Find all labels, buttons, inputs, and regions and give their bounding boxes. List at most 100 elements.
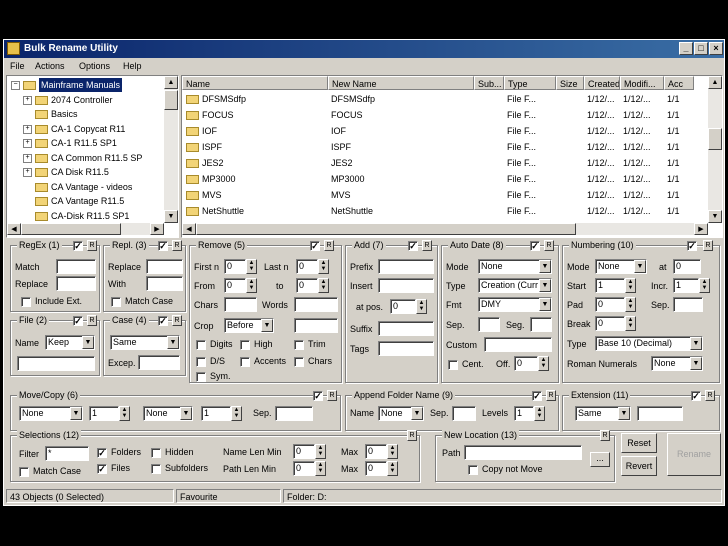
remove-enable-checkbox[interactable]: ✓	[310, 241, 320, 251]
numbering-type-select[interactable]: Base 10 (Decimal) ▼	[595, 336, 703, 351]
table-row[interactable]: MP3000 MP3000 File F... 1/12/... 1/12/... 1/1	[182, 172, 708, 187]
expand-icon[interactable]: +	[23, 153, 32, 163]
movecopy-sep-input[interactable]	[275, 406, 313, 421]
expand-icon[interactable]: +	[23, 124, 32, 134]
words-input[interactable]	[294, 297, 338, 312]
last-n-spinner[interactable]: ▲ ▼	[318, 259, 329, 274]
regex-enable-checkbox[interactable]: ✓	[73, 241, 83, 251]
menu-actions[interactable]: Actions	[35, 61, 65, 71]
from-spinner[interactable]: ▲ ▼	[246, 278, 257, 293]
at-pos-input[interactable]: 0	[390, 299, 416, 314]
selections-match-case-checkbox[interactable]	[19, 467, 29, 477]
column-header[interactable]: Acc	[664, 76, 694, 90]
numbering-mode-select[interactable]: None ▼	[595, 259, 647, 274]
newlocation-reset-button[interactable]: R	[600, 430, 610, 441]
movecopy-select-1[interactable]: None ▼	[19, 406, 83, 421]
regex-replace-input[interactable]	[56, 276, 96, 291]
tree-item[interactable]: Basics	[51, 107, 78, 121]
file-reset-button[interactable]: R	[87, 315, 97, 326]
numbering-at-input[interactable]: 0	[673, 259, 701, 274]
movecopy-spinner-2[interactable]: ▲ ▼	[231, 406, 242, 421]
tree-vscrollbar[interactable]: ▲ ▼	[164, 76, 178, 223]
filter-input[interactable]: *	[45, 446, 89, 461]
list-vscrollbar[interactable]: ▲ ▼	[708, 76, 722, 223]
menu-file[interactable]: File	[10, 61, 25, 71]
table-row[interactable]: NetShuttle NetShuttle File F... 1/12/... 1/1…	[182, 204, 708, 219]
from-input[interactable]: 0	[224, 278, 246, 293]
crop-select[interactable]: Before ▼	[224, 318, 274, 333]
name-len-min-input[interactable]: 0	[293, 444, 315, 459]
break-spinner[interactable]: ▲ ▼	[625, 316, 636, 331]
movecopy-num-2[interactable]: 1	[201, 406, 231, 421]
case-reset-button[interactable]: R	[172, 315, 182, 326]
max-spinner-1[interactable]: ▲ ▼	[387, 444, 398, 459]
case-enable-checkbox[interactable]: ✓	[158, 316, 168, 326]
hidden-checkbox[interactable]	[151, 448, 161, 458]
scroll-down-icon[interactable]: ▼	[708, 210, 722, 223]
file-name-select[interactable]: Keep ▼	[45, 335, 95, 350]
first-n-spinner[interactable]: ▲ ▼	[246, 259, 257, 274]
tree-item[interactable]: Mainframe Manuals	[39, 78, 123, 92]
tree-item[interactable]: CA Disk R11.5	[51, 165, 109, 179]
to-input[interactable]: 0	[296, 278, 318, 293]
column-header[interactable]: Sub...	[474, 76, 504, 90]
add-reset-button[interactable]: R	[422, 240, 432, 251]
minimize-button[interactable]: _	[679, 42, 693, 55]
with-input[interactable]	[146, 276, 183, 291]
accents-checkbox[interactable]	[240, 357, 250, 367]
digits-checkbox[interactable]	[196, 340, 206, 350]
scroll-left-icon[interactable]: ◀	[7, 223, 21, 235]
crop-input[interactable]	[294, 318, 338, 333]
levels-spinner[interactable]: ▲ ▼	[534, 406, 545, 421]
tree-item[interactable]: 2074 Controller	[51, 93, 113, 107]
tree-item[interactable]: CA Vantage R11.5	[51, 194, 124, 208]
table-row[interactable]: ISPF ISPF File F... 1/12/... 1/12/... 1/1	[182, 140, 708, 155]
prefix-input[interactable]	[378, 259, 434, 274]
column-header[interactable]: Size	[556, 76, 584, 90]
column-header[interactable]: Created	[584, 76, 620, 90]
hscroll-thumb[interactable]	[196, 223, 576, 235]
off-spinner[interactable]: ▲ ▼	[538, 356, 549, 371]
rename-button[interactable]: Rename	[667, 433, 721, 476]
file-enable-checkbox[interactable]: ✓	[73, 316, 83, 326]
file-name-input[interactable]	[17, 356, 95, 371]
scroll-up-icon[interactable]: ▲	[708, 76, 722, 89]
cent-checkbox[interactable]	[448, 360, 458, 370]
table-row[interactable]: MVS MVS File F... 1/12/... 1/12/... 1/1	[182, 188, 708, 203]
to-spinner[interactable]: ▲ ▼	[318, 278, 329, 293]
extension-enable-checkbox[interactable]: ✓	[691, 391, 701, 401]
scroll-thumb[interactable]	[708, 128, 722, 150]
extension-select[interactable]: Same ▼	[575, 406, 631, 421]
chars-checkbox[interactable]	[294, 357, 304, 367]
column-header[interactable]: Modifi...	[620, 76, 664, 90]
pad-input[interactable]: 0	[595, 297, 625, 312]
expand-icon[interactable]: +	[23, 139, 32, 148]
numbering-reset-button[interactable]: R	[703, 240, 713, 251]
break-input[interactable]: 0	[595, 316, 625, 331]
hscroll-thumb[interactable]	[21, 223, 121, 235]
high-checkbox[interactable]	[240, 340, 250, 350]
chars-input[interactable]	[224, 297, 257, 312]
autodate-custom-input[interactable]	[484, 337, 552, 352]
replace-enable-checkbox[interactable]: ✓	[158, 241, 168, 251]
table-row[interactable]: IOF IOF File F... 1/12/... 1/12/... 1/1	[182, 124, 708, 139]
close-button[interactable]: ×	[709, 42, 723, 55]
autodate-reset-button[interactable]: R	[544, 240, 554, 251]
movecopy-enable-checkbox[interactable]: ✓	[313, 391, 323, 401]
autodate-mode-select[interactable]: None ▼	[478, 259, 552, 274]
replace-reset-button[interactable]: R	[172, 240, 182, 251]
appendfolder-name-select[interactable]: None ▼	[378, 406, 424, 421]
scroll-down-icon[interactable]: ▼	[164, 210, 178, 223]
suffix-input[interactable]	[378, 321, 434, 336]
last-n-input[interactable]: 0	[296, 259, 318, 274]
expand-icon[interactable]: +	[23, 95, 32, 105]
path-len-min-input[interactable]: 0	[293, 461, 315, 476]
maximize-button[interactable]: □	[694, 42, 708, 55]
collapse-icon[interactable]: −	[11, 81, 20, 90]
movecopy-num-1[interactable]: 1	[89, 406, 119, 421]
scroll-thumb[interactable]	[164, 90, 178, 110]
regex-reset-button[interactable]: R	[87, 240, 97, 251]
tree-item[interactable]: CA Vantage - videos	[51, 180, 132, 194]
tree-hscrollbar[interactable]: ◀ ▶	[7, 223, 164, 235]
tree-item[interactable]: CA-Disk R11.5 SP1	[51, 209, 129, 223]
